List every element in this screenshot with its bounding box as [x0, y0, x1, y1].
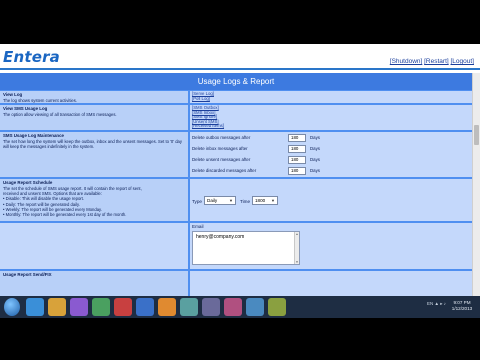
taskbar: EN ▲ ▸ ♪ 9:07 PM 1/12/2013	[0, 296, 480, 318]
header-divider	[0, 68, 480, 70]
unsent-retention-label: Delete unsent messages after	[192, 157, 251, 162]
maintenance-row: SMS Usage Log Maintenance The set how lo…	[0, 132, 472, 177]
view-log-row: View Log The log shows system current ac…	[0, 91, 472, 103]
time-select-value: 1800	[255, 198, 266, 203]
start-button[interactable]	[4, 298, 20, 316]
app-icon[interactable]	[202, 298, 220, 316]
chevron-down-icon: ▼	[229, 198, 233, 203]
schedule-fields: Type Daily ▼ Time 1800 ▼	[190, 179, 472, 221]
view-sms-info: View SMS Usage Log The option allow view…	[0, 105, 188, 130]
view-log-info: View Log The log shows system current ac…	[0, 91, 188, 103]
internet-explorer-icon[interactable]	[26, 298, 44, 316]
inbox-retention-input[interactable]: 180	[288, 145, 306, 153]
outbox-retention-input[interactable]: 180	[288, 134, 306, 142]
inbox-retention-label: Delete inbox messages after	[192, 146, 248, 151]
app-icon[interactable]	[224, 298, 242, 316]
logout-link[interactable]: [Logout]	[451, 58, 475, 65]
received-items-link[interactable]: [Received Items]	[192, 124, 470, 129]
maintenance-desc: The set how long the system will keep th…	[3, 139, 182, 150]
discarded-retention-input[interactable]: 180	[288, 167, 306, 175]
restart-link[interactable]: [Restart]	[424, 58, 449, 65]
type-select-value: Daily	[207, 198, 218, 203]
email-row: Email henry@company.com ▲ ▼	[0, 223, 472, 269]
browser-page: Entera [Shutdown] [Restart] [Logout] Usa…	[0, 44, 480, 296]
time-label: Time	[240, 199, 251, 204]
schedule-option-monthly: • Monthly: The report will be generated …	[3, 212, 127, 218]
view-sms-links: [SMS Outbox] [SMS Inbox] [SMS Ignore] [U…	[190, 105, 472, 130]
chevron-down-icon: ▼	[271, 198, 275, 203]
schedule-row: Usage Report Schedule The set the schedu…	[0, 179, 472, 221]
word-icon[interactable]	[136, 298, 154, 316]
outbox-retention-unit: Days	[310, 135, 321, 140]
usage-logs-panel: Usage Logs & Report View Log The log sho…	[0, 73, 472, 296]
email-cell: Email henry@company.com ▲ ▼	[190, 223, 472, 269]
page-header: Entera [Shutdown] [Restart] [Logout]	[0, 44, 480, 70]
firefox-icon[interactable]	[158, 298, 176, 316]
inbox-retention-unit: Days	[310, 146, 321, 151]
outbox-retention-label: Delete outbox messages after	[192, 135, 251, 140]
send-report-info: Usage Report Send/FIX	[0, 271, 188, 296]
system-tray[interactable]: EN ▲ ▸ ♪	[427, 301, 446, 307]
panel-title: Usage Logs & Report	[0, 73, 472, 90]
maintenance-fields: Delete outbox messages after 180 Days De…	[190, 132, 472, 177]
discarded-retention-label: Delete discarded messages after	[192, 168, 257, 173]
unsent-retention-input[interactable]: 180	[288, 156, 306, 164]
view-log-desc: The log shows system current activities.	[3, 98, 78, 103]
schedule-info: Usage Report Schedule The set the schedu…	[0, 179, 188, 221]
type-label: Type	[192, 199, 202, 204]
discarded-retention-unit: Days	[310, 168, 321, 173]
view-log-links: [Serve Log] [Poll Log]	[190, 91, 472, 103]
clock[interactable]: 9:07 PM 1/12/2013	[448, 300, 476, 312]
email-label: Email	[192, 224, 204, 229]
type-select[interactable]: Daily ▼	[204, 196, 236, 205]
send-report-cell	[190, 271, 472, 296]
folder-icon[interactable]	[48, 298, 66, 316]
email-value: henry@company.com	[196, 234, 245, 240]
media-player-icon[interactable]	[70, 298, 88, 316]
app-icon[interactable]	[268, 298, 286, 316]
scrollbar-thumb[interactable]	[474, 125, 479, 145]
screen: Entera [Shutdown] [Restart] [Logout] Usa…	[0, 0, 480, 360]
send-report-title: Usage Report Send/FIX	[3, 272, 52, 277]
shutdown-link[interactable]: [Shutdown]	[390, 58, 423, 65]
maintenance-info: SMS Usage Log Maintenance The set how lo…	[0, 132, 188, 177]
view-sms-desc: The option allow viewing of all transact…	[3, 112, 117, 117]
unsent-retention-unit: Days	[310, 157, 321, 162]
app-icon[interactable]	[114, 298, 132, 316]
app-icon[interactable]	[246, 298, 264, 316]
send-report-row: Usage Report Send/FIX	[0, 271, 472, 296]
email-left-cell	[0, 223, 188, 269]
entera-logo: Entera	[3, 48, 60, 66]
app-icon[interactable]	[180, 298, 198, 316]
time-select[interactable]: 1800 ▼	[252, 196, 278, 205]
excel-icon[interactable]	[92, 298, 110, 316]
clock-date: 1/12/2013	[451, 306, 473, 311]
view-sms-row: View SMS Usage Log The option allow view…	[0, 105, 472, 130]
top-links: [Shutdown] [Restart] [Logout]	[390, 58, 474, 65]
scroll-up-icon[interactable]: ▲	[295, 232, 299, 236]
scroll-down-icon[interactable]: ▼	[295, 260, 299, 264]
poll-log-link[interactable]: [Poll Log]	[192, 96, 470, 102]
email-scrollbar[interactable]: ▲ ▼	[294, 232, 299, 264]
email-textarea[interactable]: henry@company.com ▲ ▼	[192, 231, 300, 265]
page-scrollbar[interactable]	[472, 73, 480, 296]
